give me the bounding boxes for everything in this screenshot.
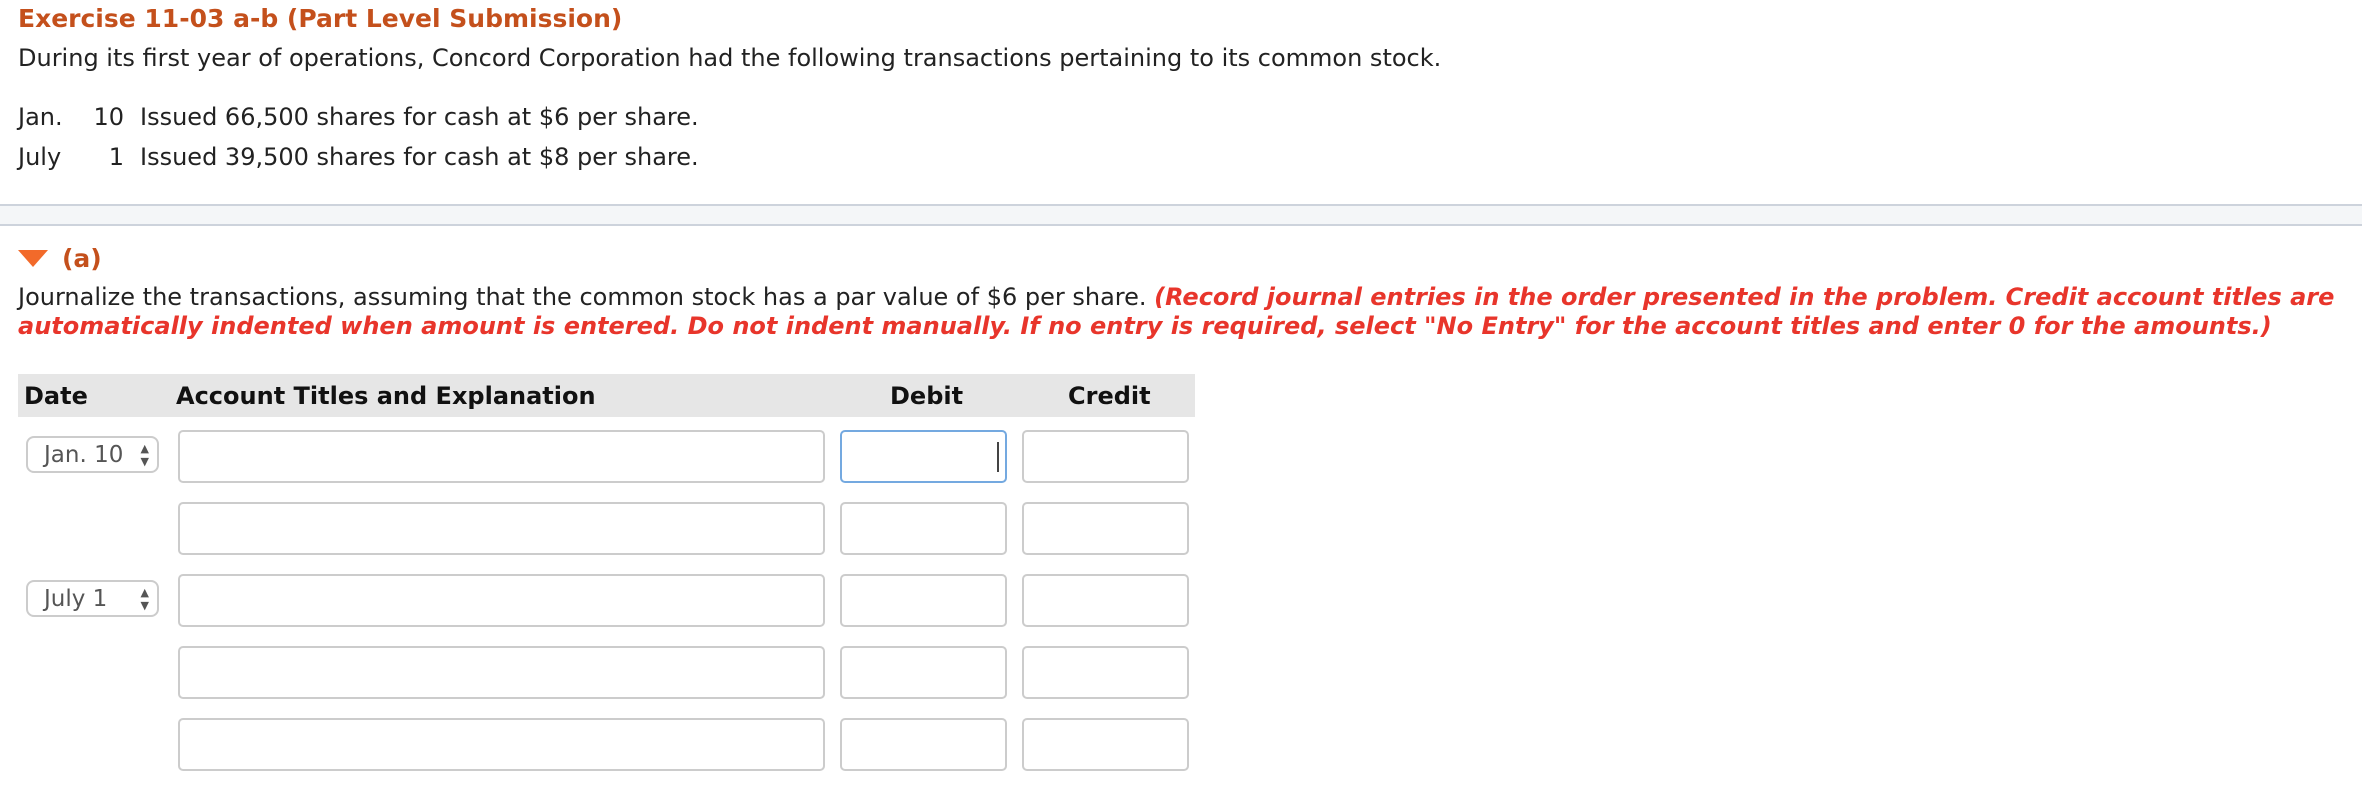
credit-input[interactable]	[1022, 646, 1189, 699]
date-select[interactable]: Jan. 10 ▲ ▼	[26, 436, 159, 473]
credit-input[interactable]	[1022, 718, 1189, 771]
transaction-line: July 1 Issued 39,500 shares for cash at $8…	[18, 143, 699, 171]
transaction-day: 10	[93, 103, 124, 131]
part-a-toggle[interactable]: (a)	[18, 244, 102, 273]
section-divider	[0, 204, 2362, 226]
select-arrows-icon: ▲ ▼	[140, 586, 149, 612]
credit-input[interactable]	[1022, 574, 1189, 627]
account-title-input[interactable]	[178, 646, 825, 699]
exercise-title: Exercise 11-03 a-b (Part Level Submissio…	[18, 4, 623, 33]
journal-row: July 1 ▲ ▼	[0, 574, 1200, 627]
credit-input[interactable]	[1022, 430, 1189, 483]
col-account: Account Titles and Explanation	[176, 382, 596, 410]
debit-input[interactable]	[840, 646, 1007, 699]
journal-table-header: Date Account Titles and Explanation Debi…	[18, 374, 1195, 417]
debit-input[interactable]	[840, 718, 1007, 771]
part-instructions: Journalize the transactions, assuming th…	[18, 283, 2348, 341]
account-title-input[interactable]	[178, 718, 825, 771]
part-label: (a)	[62, 244, 102, 273]
journal-row: Jan. 10 ▲ ▼	[0, 430, 1200, 483]
credit-input[interactable]	[1022, 502, 1189, 555]
col-credit: Credit	[1068, 382, 1151, 410]
instruction-text: Journalize the transactions, assuming th…	[18, 283, 1155, 311]
date-select-value: Jan. 10	[44, 442, 124, 468]
transaction-day: 1	[108, 143, 124, 171]
debit-input[interactable]	[840, 574, 1007, 627]
journal-row	[0, 502, 1200, 555]
transaction-text: Issued 39,500 shares for cash at $8 per …	[140, 143, 699, 171]
collapse-triangle-icon[interactable]	[18, 250, 48, 267]
debit-input[interactable]	[840, 502, 1007, 555]
debit-input[interactable]	[840, 430, 1007, 483]
text-caret	[997, 442, 999, 472]
problem-intro: During its first year of operations, Con…	[18, 44, 1442, 72]
account-title-input[interactable]	[178, 430, 825, 483]
date-select[interactable]: July 1 ▲ ▼	[26, 580, 159, 617]
journal-row	[0, 646, 1200, 699]
col-date: Date	[24, 382, 88, 410]
transaction-line: Jan. 10 Issued 66,500 shares for cash at $…	[18, 103, 699, 131]
col-debit: Debit	[890, 382, 964, 410]
date-select-value: July 1	[44, 586, 108, 612]
account-title-input[interactable]	[178, 574, 825, 627]
journal-row	[0, 718, 1200, 771]
account-title-input[interactable]	[178, 502, 825, 555]
transaction-month: July	[18, 143, 62, 171]
transaction-text: Issued 66,500 shares for cash at $6 per …	[140, 103, 699, 131]
transaction-month: Jan.	[18, 103, 63, 131]
select-arrows-icon: ▲ ▼	[140, 442, 149, 468]
